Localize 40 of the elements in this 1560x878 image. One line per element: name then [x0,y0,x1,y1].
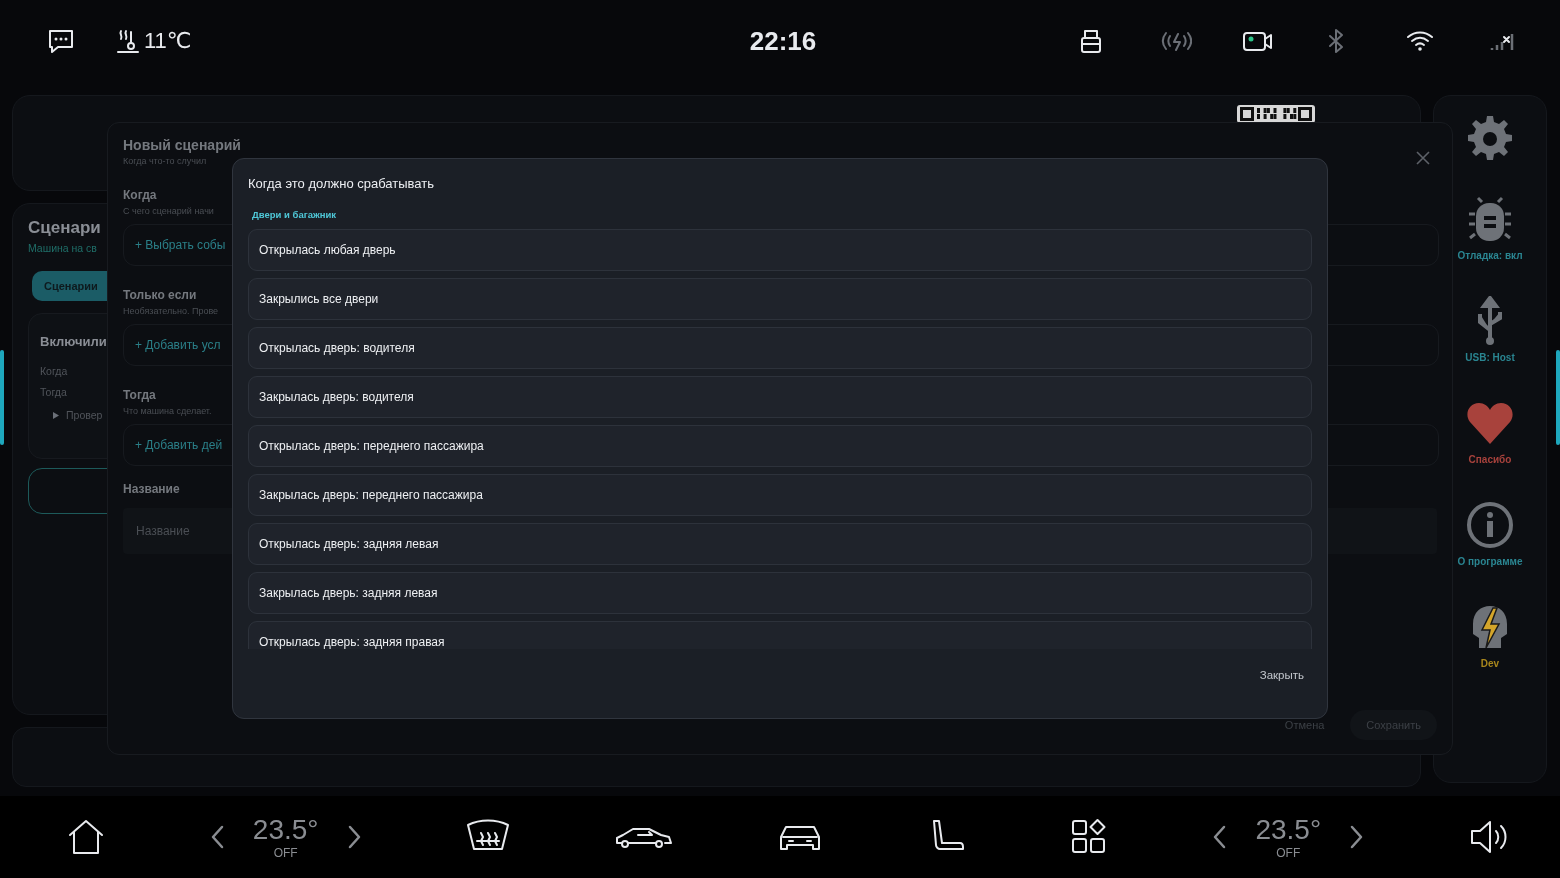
sidebar-label: О программе [1457,556,1523,567]
sidebar-label: Отладка: вкл [1457,250,1523,261]
list-option[interactable]: Открылась дверь: задняя правая [248,621,1312,649]
sidebar-label: Спасибо [1468,454,1512,465]
sidebar-label: Dev [1480,658,1500,669]
close-button[interactable]: Закрыть [1251,665,1312,685]
section-title: Только если [123,288,197,302]
clock: 22:16 [749,25,817,57]
close-icon[interactable] [1416,151,1430,165]
list-option[interactable]: Открылась любая дверь [248,229,1312,271]
section-hint: Необязательно. Прове [123,306,219,316]
list-option[interactable]: Закрылась дверь: переднего пассажира [248,474,1312,516]
section-title: Тогда [123,388,156,402]
list-option[interactable]: Закрылась дверь: водителя [248,376,1312,418]
dialog-title: Новый сценарий [123,137,241,153]
sidebar-label: USB: Host [1465,352,1515,363]
scenario-title: Включили [40,334,107,349]
list-option[interactable]: Закрылась дверь: задняя левая [248,572,1312,614]
row-label: Когда [40,365,68,377]
triangle-icon[interactable] [52,410,60,420]
dialog-title: Когда это должно срабатывать [248,176,435,191]
category-label: Двери и багажник [252,209,337,220]
section-title: Когда [123,188,157,202]
chat-icon[interactable] [46,27,76,55]
temperature-value: 23.5° [252,814,319,846]
outside-temperature: 11℃ [144,28,192,54]
panel-subtitle: Машина на св [28,242,97,254]
field-label: Название [123,482,180,496]
list-option[interactable]: Закрылись все двери [248,278,1312,320]
temperature-value: 23.5° [1255,814,1322,846]
list-option[interactable]: Открылась дверь: задняя левая [248,523,1312,565]
home-icon[interactable] [66,817,106,857]
climate-mode: OFF [1276,846,1301,860]
panel-title: Сценари [28,218,101,238]
list-option[interactable]: Открылась дверь: водителя [248,327,1312,369]
row-label: Тогда [40,386,67,398]
list-option[interactable]: Открылась дверь: переднего пассажира [248,425,1312,467]
seat-heat-icon[interactable] [116,28,140,54]
climate-mode: OFF [273,846,298,860]
info-icon[interactable] [1465,500,1515,550]
